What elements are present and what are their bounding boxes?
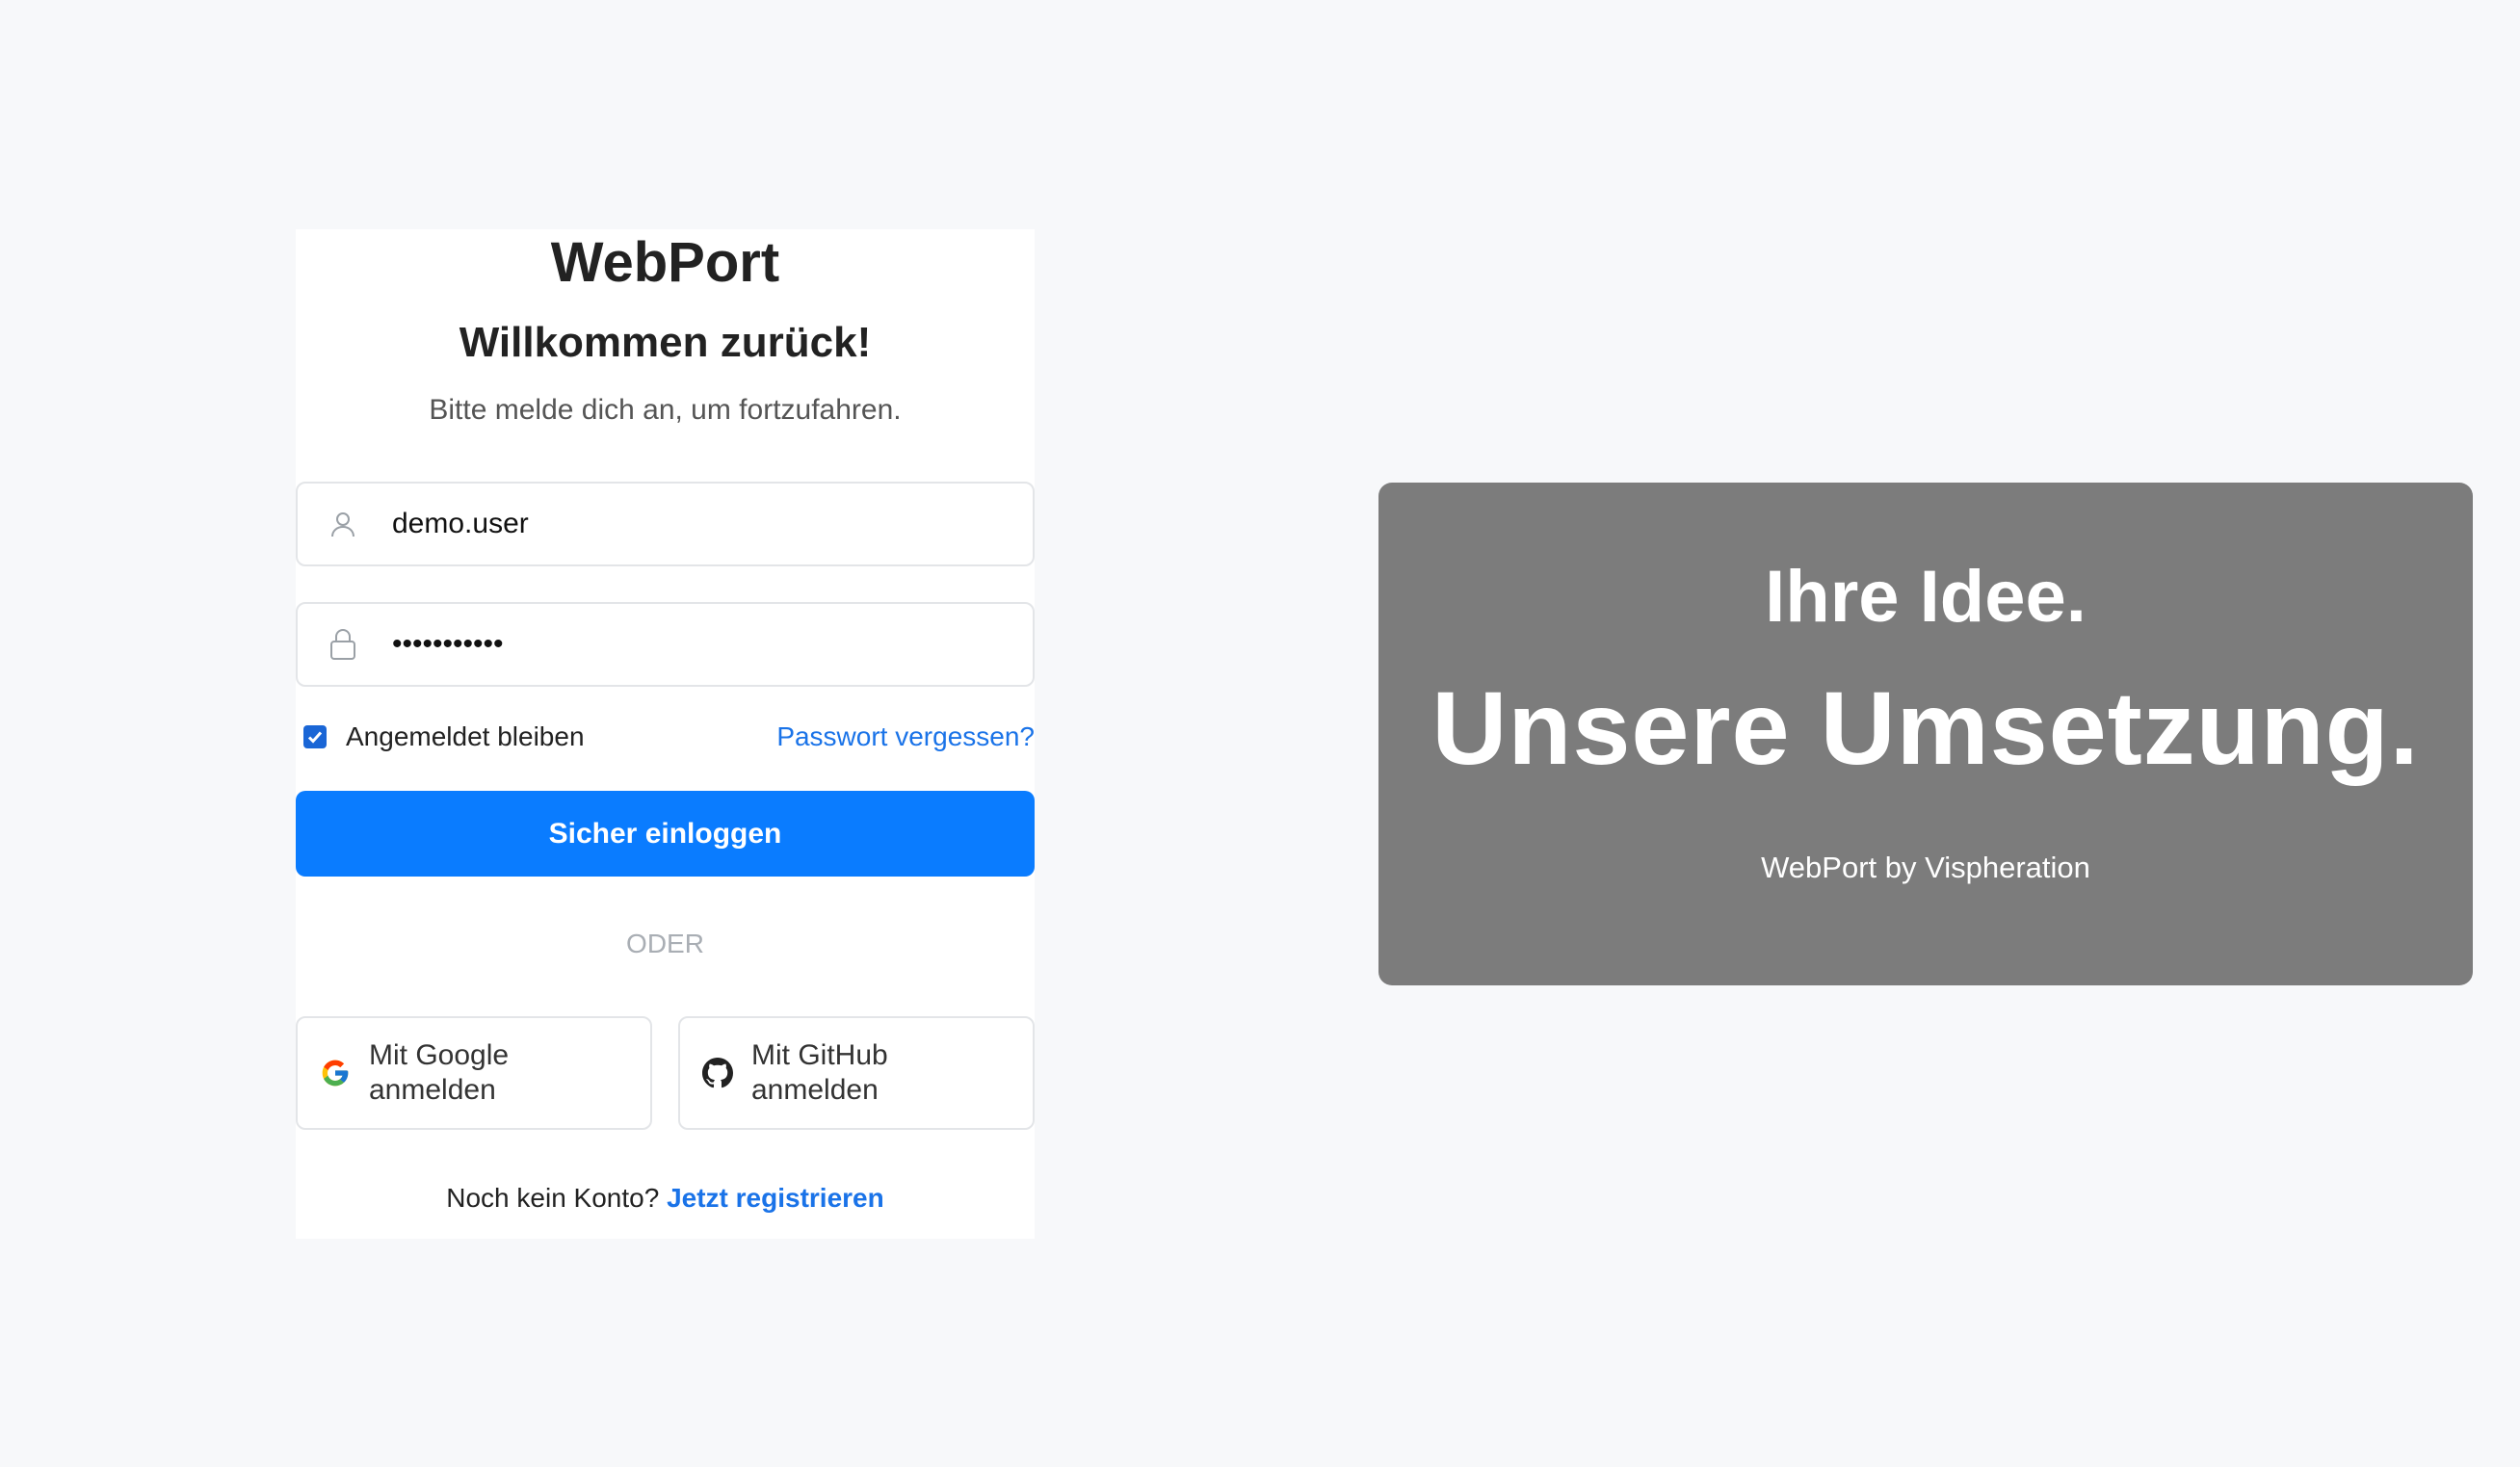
remember-row: Angemeldet bleiben Passwort vergessen? [296, 716, 1035, 758]
register-row: Noch kein Konto? Jetzt registrieren [296, 1181, 1035, 1216]
remember-me[interactable]: Angemeldet bleiben [296, 721, 585, 752]
user-icon [327, 508, 359, 540]
password-field[interactable] [296, 602, 1035, 687]
brand-title: WebPort [550, 231, 780, 294]
google-icon [319, 1057, 352, 1089]
username-input[interactable] [392, 495, 1033, 553]
hero-headline-1: Ihre Idee. [1765, 556, 2087, 638]
hero-headline-2: Unsere Umsetzung. [1431, 669, 2420, 786]
password-input[interactable] [392, 616, 1033, 673]
register-link[interactable]: Jetzt registrieren [667, 1183, 884, 1213]
forgot-password-link[interactable]: Passwort vergessen? [776, 721, 1035, 752]
register-prompt: Noch kein Konto? [446, 1183, 668, 1213]
hero-caption: WebPort by Vispheration [1761, 851, 2090, 884]
remember-label: Angemeldet bleiben [346, 721, 585, 751]
google-login-label: Mit Google anmelden [369, 1039, 510, 1106]
welcome-heading: Willkommen zurück! [459, 319, 872, 366]
login-button[interactable]: Sicher einloggen [296, 791, 1035, 877]
or-divider: ODER [626, 929, 704, 958]
github-login-button[interactable]: Mit GitHub anmelden [678, 1016, 1035, 1130]
github-login-label: Mit GitHub anmelden [751, 1039, 888, 1106]
remember-checkbox[interactable] [303, 725, 327, 748]
username-field[interactable] [296, 482, 1035, 566]
hero-panel: Ihre Idee. Unsere Umsetzung. WebPort by … [1378, 483, 2473, 985]
lock-icon [327, 628, 359, 661]
github-icon [701, 1057, 734, 1089]
google-login-button[interactable]: Mit Google anmelden [296, 1016, 652, 1130]
login-panel: WebPort Willkommen zurück! Bitte melde d… [296, 229, 1035, 1239]
login-subtitle: Bitte melde dich an, um fortzufahren. [429, 394, 902, 426]
checkmark-icon [307, 731, 323, 744]
